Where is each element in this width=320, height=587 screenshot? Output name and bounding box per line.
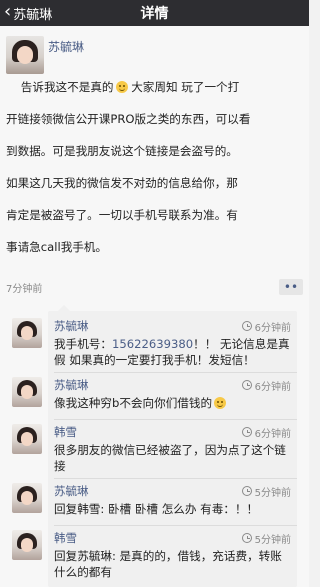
comment-author[interactable]: 韩雪 xyxy=(54,530,77,546)
clock-icon xyxy=(241,380,252,390)
more-dots-icon: •• xyxy=(283,280,299,294)
clock-icon xyxy=(241,321,252,331)
comment-avatar[interactable] xyxy=(12,377,42,407)
comment-avatar[interactable] xyxy=(12,424,42,454)
comment-text: 回复韩雪: 卧槽 卧槽 怎么办 有毒：！！ xyxy=(54,502,259,516)
comment-author[interactable]: 苏毓琳 xyxy=(54,377,89,393)
smile-emoji-icon xyxy=(214,397,227,409)
comment-item[interactable]: 韩雪 5分钟前 回复苏毓琳: 是真的的，借钱，充话费，转账什么的都有 xyxy=(12,526,297,584)
comment-avatar[interactable] xyxy=(12,530,42,560)
comment-text: 像我这种穷b不会向你们借钱的 xyxy=(54,395,291,411)
more-button[interactable]: •• xyxy=(279,279,303,295)
comment-header: 韩雪 6分钟前 xyxy=(54,424,291,440)
comment-avatar[interactable] xyxy=(12,318,42,348)
comments-section: 苏毓琳 6分钟前 我手机号：15622639380！！ 无论信息是真假 如果真的… xyxy=(6,305,303,587)
top-navbar: ‹ 苏毓琳 详情 xyxy=(0,0,309,26)
back-chevron-icon: ‹ xyxy=(4,1,12,22)
clock-icon xyxy=(241,533,252,543)
post-time: 7分钟前 xyxy=(6,283,43,295)
comment-time: 5分钟前 xyxy=(241,531,291,546)
comment-item[interactable]: 苏毓琳 5分钟前 回复韩雪: 卧槽 卧槽 怎么办 有毒：！！ xyxy=(12,479,297,525)
comment-item[interactable]: 苏毓琳 6分钟前 我手机号：15622639380！！ 无论信息是真假 如果真的… xyxy=(12,314,297,372)
post-author[interactable]: 苏毓琳 xyxy=(48,36,303,55)
comment-item[interactable]: 苏毓琳 6分钟前 像我这种穷b不会向你们借钱的 xyxy=(12,373,297,419)
comment-header: 苏毓琳 5分钟前 xyxy=(54,483,291,499)
clock-icon xyxy=(241,486,252,496)
post-meta: 7分钟前 •• xyxy=(6,279,303,305)
moment-post: 苏毓琳 告诉我这不是真的 大家周知 玩了一个打 开链接领微信公开课PRO版之类的… xyxy=(0,26,309,587)
comment-time: 5分钟前 xyxy=(241,484,291,499)
comment-author[interactable]: 苏毓琳 xyxy=(54,318,89,334)
back-label: 苏毓琳 xyxy=(13,7,53,23)
author-avatar[interactable] xyxy=(6,36,44,74)
comment-text: 很多朋友的微信已经被盗了，因为点了这个链接 xyxy=(54,443,286,473)
clock-icon xyxy=(241,427,252,437)
page-title: 详情 xyxy=(140,6,169,22)
comment-bubble: 苏毓琳 6分钟前 我手机号：15622639380！！ 无论信息是真假 如果真的… xyxy=(12,305,297,587)
comment-text: 我手机号：15622639380！！ 无论信息是真假 如果真的一定要打我手机！发… xyxy=(54,337,290,367)
comment-time: 6分钟前 xyxy=(241,319,291,334)
back-button[interactable]: ‹ 苏毓琳 xyxy=(4,0,52,26)
comment-header: 苏毓琳 6分钟前 xyxy=(54,318,291,334)
comment-author[interactable]: 苏毓琳 xyxy=(54,483,89,499)
comment-time: 6分钟前 xyxy=(241,425,291,440)
comment-header: 韩雪 5分钟前 xyxy=(54,530,291,546)
comment-item[interactable]: 韩雪 6分钟前 很多朋友的微信已经被盗了，因为点了这个链接 xyxy=(12,420,297,478)
comment-header: 苏毓琳 6分钟前 xyxy=(54,377,291,393)
phone-number-link[interactable]: 15622639380 xyxy=(112,337,193,351)
comment-time: 6分钟前 xyxy=(241,378,291,393)
smile-emoji-icon xyxy=(115,81,128,93)
comment-author[interactable]: 韩雪 xyxy=(54,424,77,440)
post-text: 告诉我这不是真的 大家周知 玩了一个打 开链接领微信公开课PRO版之类的东西，可… xyxy=(6,80,251,254)
comment-text: 回复苏毓琳: 是真的的，借钱，充话费，转账什么的都有 xyxy=(54,549,282,579)
comment-avatar[interactable] xyxy=(12,483,42,513)
